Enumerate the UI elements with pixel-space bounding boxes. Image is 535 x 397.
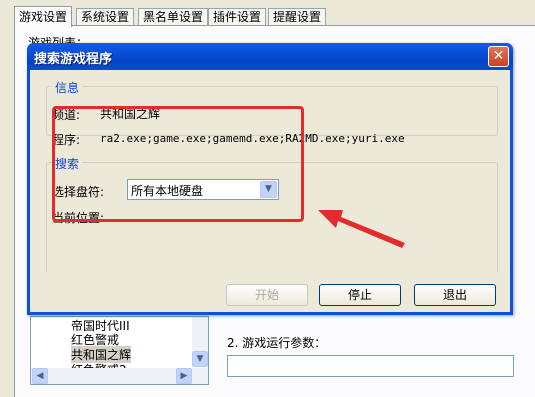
annotation-arrow-icon: [318, 210, 405, 248]
tab-game-settings[interactable]: 游戏设置: [14, 6, 73, 27]
